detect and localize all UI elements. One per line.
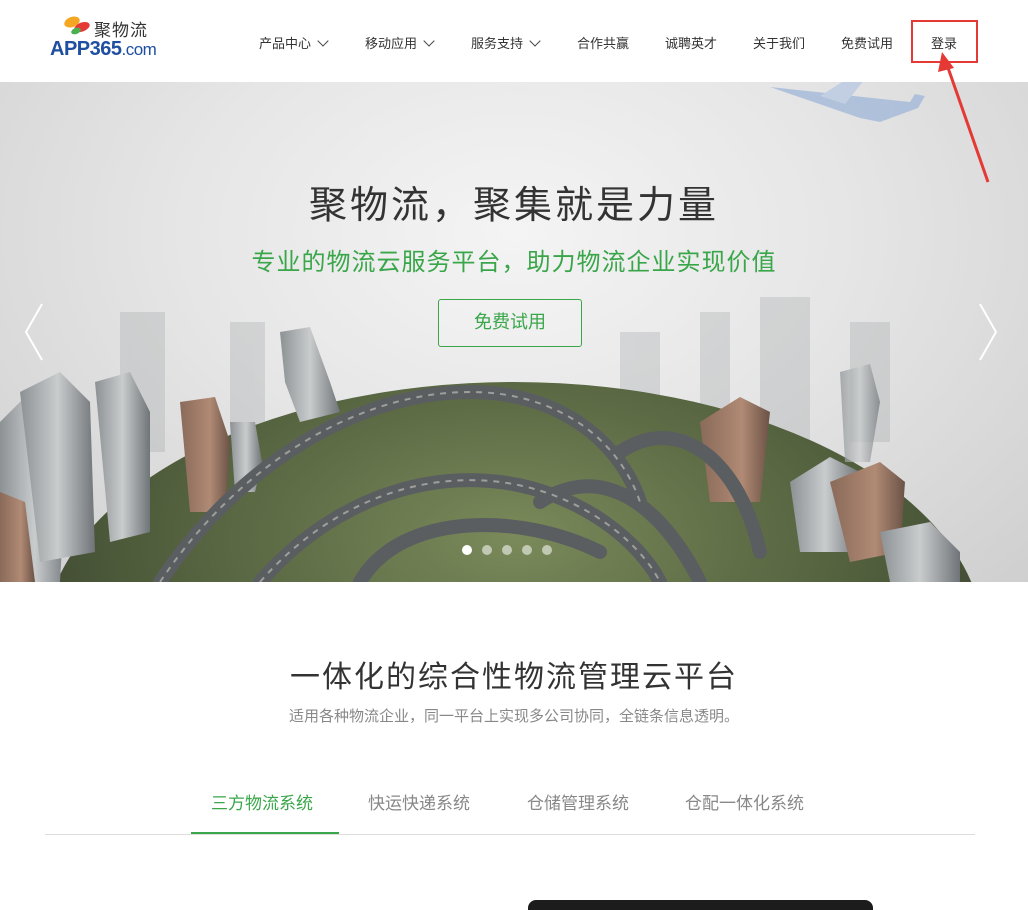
- tab-warehouse-distribution-system[interactable]: 仓配一体化系统: [685, 789, 804, 814]
- site-header: 聚物流 APP365.com 产品中心 移动应用 服务支持 合作共赢 诚聘英才 …: [0, 0, 1028, 82]
- chevron-right-icon[interactable]: [976, 302, 1000, 362]
- product-tabs: 三方物流系统 快运快递系统 仓储管理系统 仓配一体化系统: [45, 775, 975, 835]
- chevron-down-icon: [529, 35, 541, 47]
- nav-item-products[interactable]: 产品中心: [259, 33, 329, 52]
- nav-label: 移动应用: [365, 37, 418, 52]
- nav-label: 免费试用: [841, 37, 894, 52]
- chevron-down-icon: [317, 35, 329, 47]
- nav-item-mobile[interactable]: 移动应用: [365, 33, 435, 52]
- nav-item-partners[interactable]: 合作共赢: [577, 33, 629, 52]
- hero-banner: 聚物流，聚集就是力量 专业的物流云服务平台，助力物流企业实现价值 免费试用: [0, 82, 1028, 582]
- nav-item-careers[interactable]: 诚聘英才: [665, 33, 717, 52]
- main-nav: 产品中心 移动应用 服务支持 合作共赢 诚聘英才 关于我们 免费试用 登录: [0, 0, 1028, 82]
- carousel-dots: [462, 545, 562, 557]
- section-title: 一体化的综合性物流管理云平台: [290, 660, 738, 695]
- chevron-down-icon: [423, 35, 435, 47]
- tab-3pl-system[interactable]: 三方物流系统: [211, 789, 313, 814]
- carousel-dot[interactable]: [542, 545, 552, 555]
- nav-label: 关于我们: [753, 37, 806, 52]
- active-tab-indicator: [191, 832, 339, 834]
- nav-item-free-trial[interactable]: 免费试用: [841, 33, 893, 52]
- section-subtitle: 适用各种物流企业，同一平台上实现多公司协同，全链条信息透明。: [288, 707, 739, 725]
- nav-label: 服务支持: [471, 37, 524, 52]
- nav-item-about[interactable]: 关于我们: [753, 33, 805, 52]
- annotation-arrow-icon: [938, 52, 990, 183]
- banner-subtitle: 专业的物流云服务平台，助力物流企业实现价值: [251, 248, 777, 276]
- tab-express-system[interactable]: 快运快递系统: [368, 789, 470, 814]
- nav-label: 诚聘英才: [665, 37, 718, 52]
- carousel-dot[interactable]: [462, 545, 472, 555]
- nav-item-support[interactable]: 服务支持: [471, 33, 541, 52]
- carousel-dot[interactable]: [502, 545, 512, 555]
- tab-warehouse-system[interactable]: 仓储管理系统: [527, 789, 629, 814]
- carousel-dot[interactable]: [522, 545, 532, 555]
- nav-label: 产品中心: [259, 37, 312, 52]
- banner-title: 聚物流，聚集就是力量: [308, 183, 719, 227]
- chevron-left-icon[interactable]: [22, 302, 46, 362]
- carousel-dot[interactable]: [482, 545, 492, 555]
- device-mockup: [528, 900, 873, 910]
- nav-label: 合作共赢: [577, 37, 630, 52]
- free-trial-button[interactable]: 免费试用: [438, 299, 582, 347]
